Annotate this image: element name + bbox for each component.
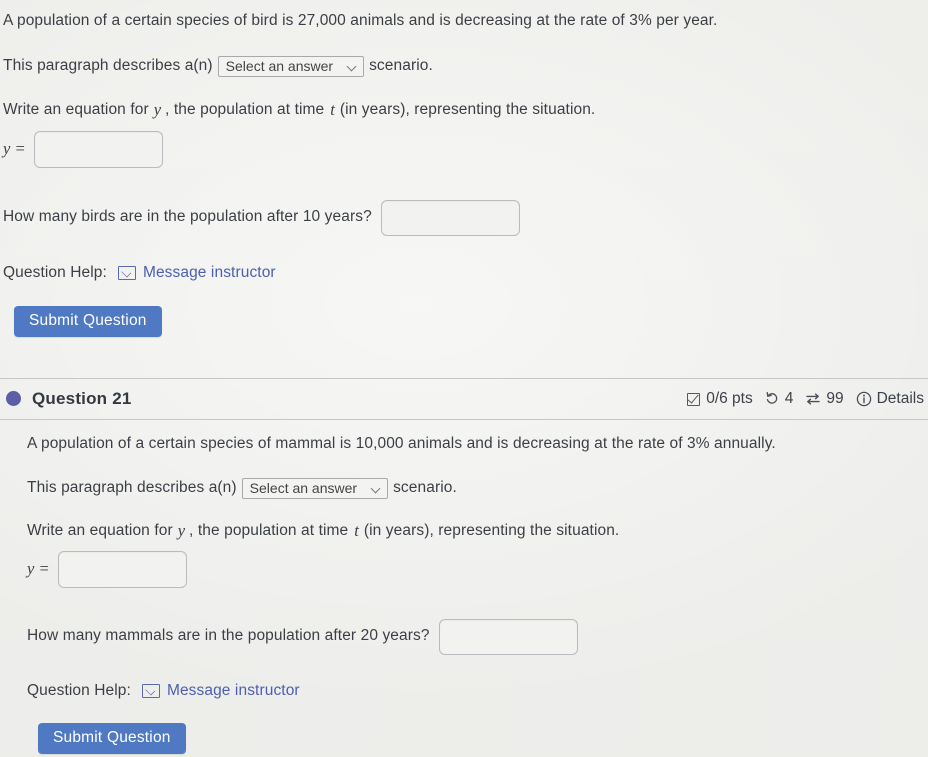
question-21-exchanges-text: 99 bbox=[826, 389, 844, 407]
question-21-attempts: 4 bbox=[765, 389, 794, 408]
question-21-body: A population of a certain species of mam… bbox=[0, 420, 928, 754]
question-20-submit-button[interactable]: Submit Question bbox=[14, 305, 162, 337]
question-21-header-meta: 0/6 pts 4 99 Details bbox=[687, 390, 924, 408]
rotate-counterclockwise-icon bbox=[766, 392, 778, 404]
question-20-equation-instruction: Write an equation for y , the population… bbox=[3, 100, 920, 121]
question-21-points: 0/6 pts bbox=[687, 390, 753, 408]
mail-icon bbox=[117, 266, 136, 281]
question-20-equation-row: y = bbox=[3, 130, 920, 168]
question-21-submit-row: Submit Question bbox=[38, 722, 920, 754]
question-21-details[interactable]: Details bbox=[856, 390, 924, 408]
question-21-equation-instruction: Write an equation for y , the population… bbox=[27, 521, 920, 542]
mail-icon bbox=[141, 684, 160, 699]
variable-t: t bbox=[330, 100, 335, 120]
question-21-followup-question: How many mammals are in the population a… bbox=[27, 627, 430, 645]
question-21-answer-select[interactable]: Select an answer bbox=[241, 477, 389, 499]
chevron-down-icon bbox=[371, 483, 382, 494]
question-20-submit-row: Submit Question bbox=[14, 305, 920, 337]
question-21-attempts-text: 4 bbox=[784, 389, 794, 407]
question-21-describes-suffix: scenario. bbox=[393, 478, 457, 496]
filled-circle-icon bbox=[6, 391, 21, 407]
question-21-message-instructor-link[interactable]: Message instructor bbox=[167, 681, 300, 702]
question-20-body: A population of a certain species of bir… bbox=[0, 0, 928, 337]
question-20-equation-input[interactable] bbox=[33, 130, 163, 168]
variable-y: y bbox=[177, 521, 186, 541]
question-20-prompt: A population of a certain species of bir… bbox=[3, 12, 718, 29]
check-square-icon bbox=[687, 391, 701, 406]
question-20-help-label: Question Help: bbox=[3, 263, 107, 281]
question-21-title: Question 21 bbox=[32, 388, 132, 408]
question-21-header: Question 21 0/6 pts 4 99 Details bbox=[0, 379, 928, 419]
question-21-header-left: Question 21 bbox=[6, 389, 132, 409]
question-20-help-row: Question Help: Message instructor bbox=[3, 263, 920, 284]
question-21-help-label: Question Help: bbox=[27, 681, 131, 699]
assignment-page: A population of a certain species of bir… bbox=[0, 0, 928, 754]
question-21-points-text: 0/6 pts bbox=[706, 389, 753, 407]
question-21-equation-input[interactable] bbox=[57, 550, 187, 588]
instruction-part-c: (in years), representing the situation. bbox=[339, 100, 596, 118]
question-20-describes-suffix: scenario. bbox=[369, 56, 433, 74]
question-21-followup-input[interactable] bbox=[438, 618, 578, 655]
question-20-followup-row: How many birds are in the population aft… bbox=[3, 199, 920, 236]
swap-arrows-icon bbox=[806, 393, 821, 405]
question-20-describes-row: This paragraph describes a(n) Select an … bbox=[3, 55, 920, 77]
question-21-describes-row: This paragraph describes a(n) Select an … bbox=[27, 477, 920, 499]
question-20-followup-input[interactable] bbox=[380, 199, 520, 236]
instruction-part-a: Write an equation for bbox=[3, 100, 149, 118]
question-20-describes-prefix: This paragraph describes a(n) bbox=[3, 56, 213, 74]
variable-y: y bbox=[153, 100, 162, 120]
instruction-part-a: Write an equation for bbox=[27, 521, 173, 539]
question-21-help-row: Question Help: Message instructor bbox=[27, 681, 920, 702]
question-21-equation-label: y = bbox=[27, 559, 50, 579]
question-21-select-value: Select an answer bbox=[249, 480, 358, 497]
instruction-part-b: , the population at time bbox=[189, 521, 349, 539]
question-21-details-label: Details bbox=[876, 389, 924, 407]
question-21-exchanges: 99 bbox=[805, 389, 844, 408]
info-circle-icon bbox=[856, 391, 871, 407]
question-21-followup-row: How many mammals are in the population a… bbox=[27, 618, 920, 655]
instruction-part-b: , the population at time bbox=[165, 100, 325, 118]
question-20-answer-select[interactable]: Select an answer bbox=[217, 55, 365, 77]
question-21-prompt: A population of a certain species of mam… bbox=[27, 434, 776, 452]
question-21-describes-prefix: This paragraph describes a(n) bbox=[27, 478, 237, 496]
instruction-part-c: (in years), representing the situation. bbox=[363, 521, 620, 539]
question-20-message-instructor-link[interactable]: Message instructor bbox=[143, 263, 276, 284]
chevron-down-icon bbox=[347, 61, 358, 72]
question-20-followup-question: How many birds are in the population aft… bbox=[3, 208, 372, 226]
question-20-equation-label: y = bbox=[3, 139, 26, 159]
variable-t: t bbox=[354, 521, 359, 541]
question-20-select-value: Select an answer bbox=[225, 58, 334, 75]
question-21-equation-row: y = bbox=[27, 550, 920, 588]
question-21-submit-button[interactable]: Submit Question bbox=[38, 722, 186, 754]
